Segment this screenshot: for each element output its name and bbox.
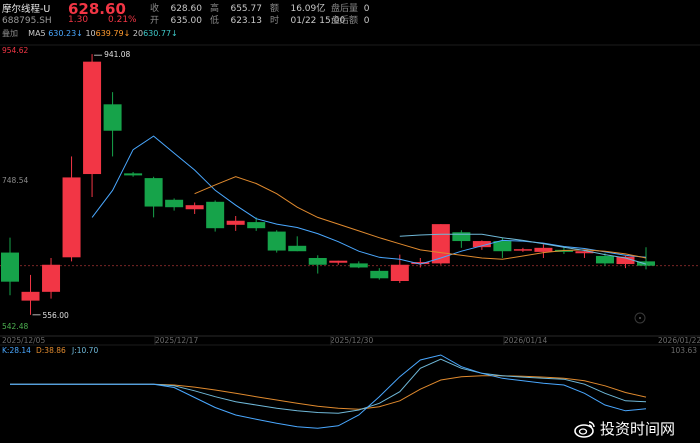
kdj-j-line (10, 354, 647, 429)
candle-down (247, 222, 266, 229)
candle-up (185, 205, 204, 210)
candle-up (329, 260, 348, 263)
candle-up (390, 264, 409, 281)
kdj-d-label: D:38.86 (36, 346, 66, 355)
weibo-icon (574, 420, 595, 438)
ma10-line (194, 176, 647, 260)
candle-up (83, 61, 102, 175)
x-tick-label: 2026/01/22 (658, 336, 700, 345)
kdj-k-label: K:28.14 (2, 346, 31, 355)
candle-down (103, 104, 122, 131)
candle-down (370, 270, 389, 279)
candle-down (288, 245, 307, 252)
candle-up (62, 177, 81, 258)
candle-down (452, 232, 471, 242)
candle-up (226, 220, 245, 225)
candle-up (21, 291, 40, 301)
candle-down (206, 201, 225, 229)
candle-down (124, 173, 143, 176)
high-annotation: 941.08 (104, 50, 130, 59)
kdj-k-line (10, 358, 647, 414)
kdj-axis-label: 103.63 (671, 346, 697, 355)
kline-chart: 954.62 748.54 542.48 941.08 556.00 2025/12/05… (0, 44, 700, 429)
x-tick-label: 2026/01/14 (504, 336, 547, 345)
candle-down (1, 252, 19, 282)
low-annotation: 556.00 (43, 311, 69, 320)
watermark: 投资时间网 (574, 418, 675, 439)
x-tick-label: 2025/12/17 (155, 336, 198, 345)
candle-down (165, 199, 184, 208)
x-tick-label: 2025/12/30 (330, 336, 373, 345)
kdj-d-line (10, 375, 647, 410)
candle-up (534, 247, 553, 252)
candle-down (493, 241, 512, 252)
y-axis-mid-label: 748.54 (2, 176, 28, 185)
candle-down (349, 263, 368, 268)
candle-up (42, 264, 61, 292)
kdj-j-label: J:10.70 (71, 346, 98, 355)
candle-down (267, 231, 286, 251)
x-tick-label: 2025/12/05 (2, 336, 45, 345)
y-axis-min-label: 542.48 (2, 322, 28, 331)
candle-down (144, 178, 163, 207)
chart-settings-icon-dot (639, 317, 641, 319)
candle-down (595, 255, 614, 264)
watermark-text: 投资时间网 (600, 420, 676, 438)
candle-up (513, 249, 532, 251)
candle-down (308, 257, 327, 265)
y-axis-max-label: 954.62 (2, 46, 28, 55)
